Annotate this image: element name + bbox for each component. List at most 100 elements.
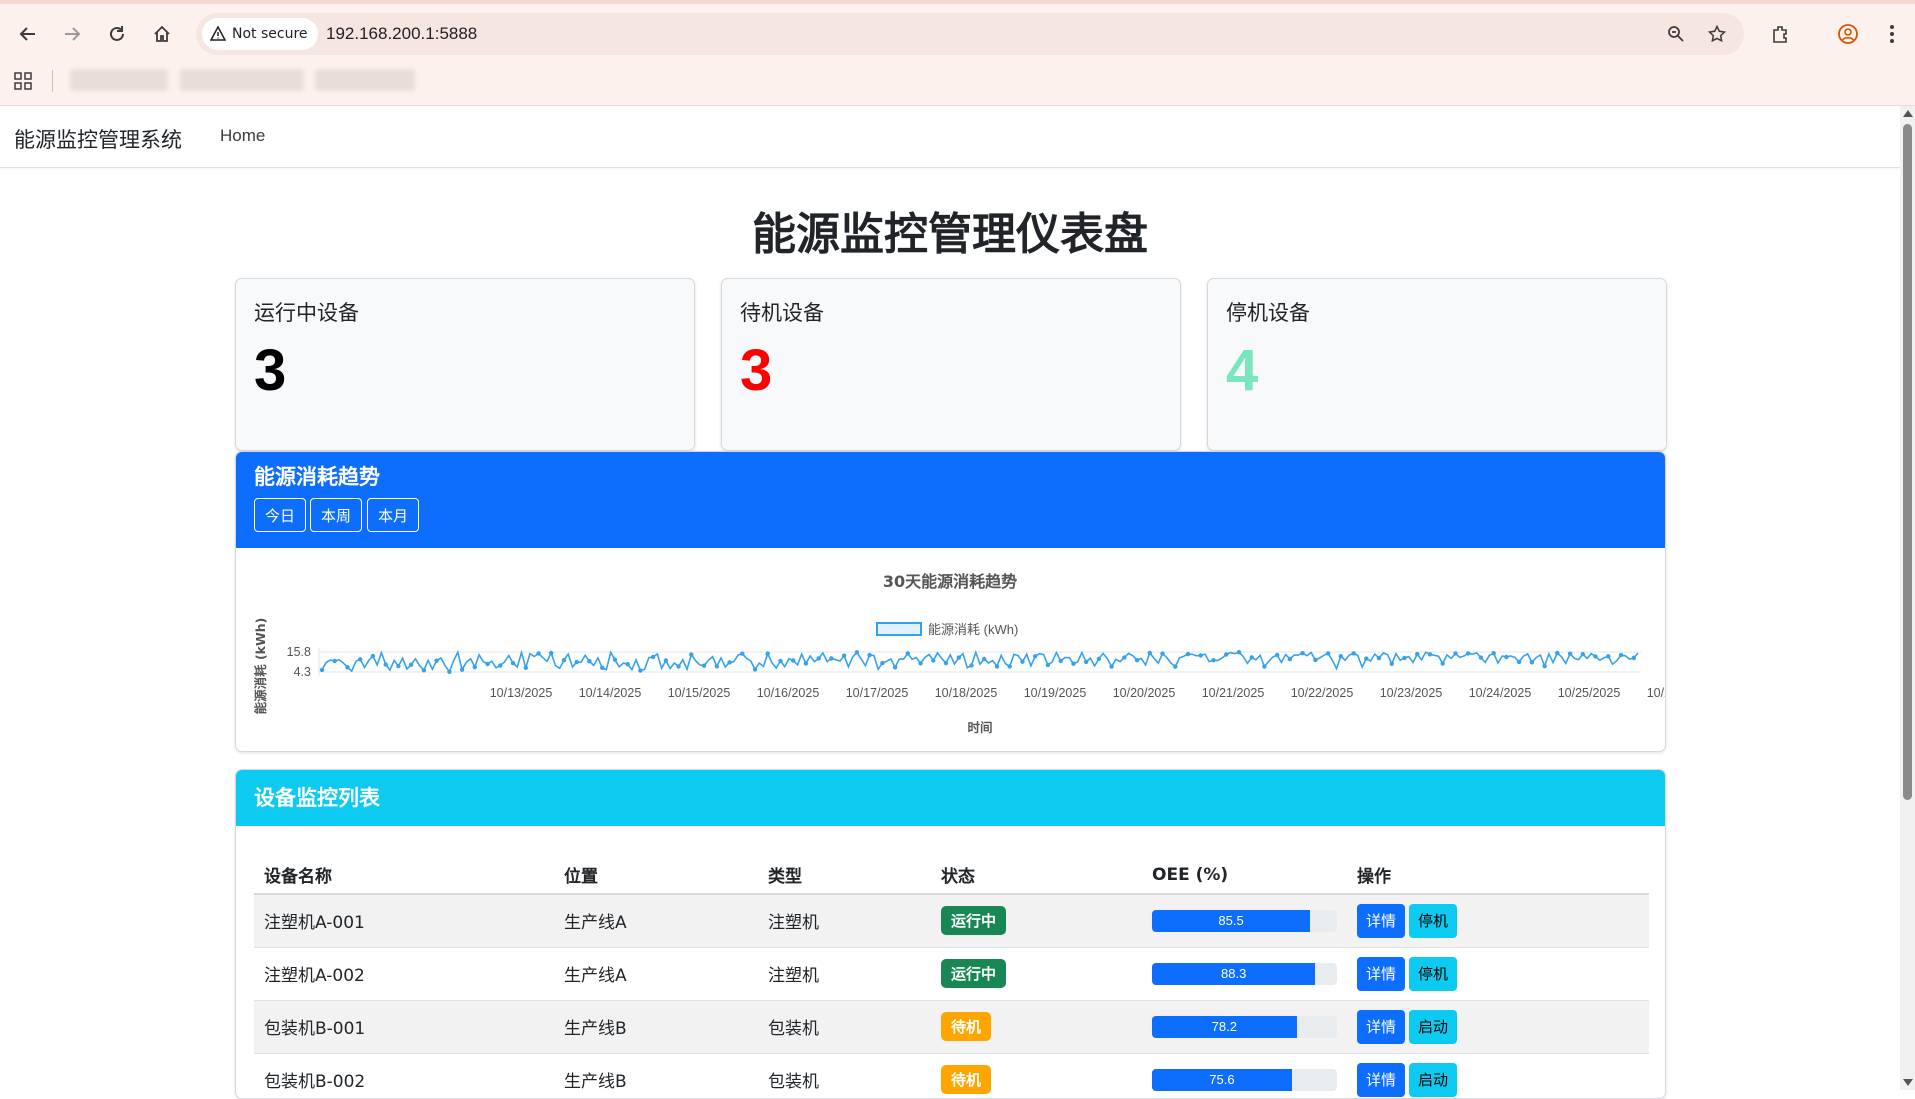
data-point [1593,654,1598,659]
data-point [1185,651,1191,657]
col-header-location: 位置 [554,856,758,895]
data-point [1567,651,1573,656]
forward-arrow-icon[interactable] [56,18,88,50]
device-oee-cell: 85.5 [1142,894,1347,948]
detail-button[interactable]: 详情 [1357,1062,1406,1097]
start-button[interactable]: 启动 [1409,1009,1458,1044]
bookmark-star-icon[interactable] [1705,22,1729,46]
data-point [1555,650,1560,656]
data-point [523,665,528,670]
range-week-button[interactable]: 本周 [310,498,362,532]
oee-progress: 85.5 [1152,909,1337,932]
data-point [714,664,719,669]
oee-progress-fill: 85.5 [1152,909,1311,932]
scroll-down-arrow-icon[interactable] [1903,1079,1913,1086]
scrollbar-thumb[interactable] [1903,124,1912,800]
security-label: Not secure [232,26,308,42]
extensions-icon[interactable] [1765,18,1797,50]
stat-label: 待机设备 [740,301,824,325]
bookmark-item[interactable] [315,69,415,91]
start-button[interactable]: 启动 [1409,1062,1458,1097]
device-status-cell: 待机 [931,1053,1142,1098]
detail-button[interactable]: 详情 [1357,903,1406,938]
back-arrow-icon[interactable] [12,18,44,50]
home-icon[interactable] [146,18,178,50]
range-month-button[interactable]: 本月 [367,498,419,532]
device-actions-cell: 详情 启动 [1347,1053,1649,1098]
data-point [574,659,579,665]
x-tick-label: 10/15/2025 [668,686,731,700]
stat-card-standby: 待机设备 3 [721,278,1181,451]
apps-grid-icon[interactable] [14,72,32,94]
data-point [854,650,860,655]
data-point [434,658,439,663]
device-panel-title: 设备监控列表 [254,786,380,810]
range-today-button[interactable]: 今日 [254,498,306,532]
device-panel-header: 设备监控列表 [236,770,1665,826]
url-text[interactable]: 192.168.200.1:5888 [326,24,477,44]
data-point [549,650,554,656]
x-tick-label: 10/16/2025 [757,686,820,700]
chart-legend: 能源消耗 (kWh) [876,622,1018,637]
x-tick-label: 10/20/2025 [1113,686,1176,700]
data-point [778,658,783,664]
x-tick-label: 10/26/2025 [1647,686,1665,700]
legend-swatch [876,622,922,636]
zoom-icon[interactable] [1664,22,1688,46]
data-point [1249,655,1254,660]
reload-icon[interactable] [101,18,133,50]
data-point [943,660,949,666]
data-point [1122,655,1127,660]
page-viewport: 能源监控管理系统 Home 能源监控管理仪表盘 运行中设备 3 待机设备 3 停… [0,106,1900,1099]
x-tick-label: 10/23/2025 [1380,686,1443,700]
data-point [1325,651,1331,656]
data-point [1631,655,1637,661]
data-point [1262,664,1267,669]
series-line [321,649,1639,674]
data-point [1236,650,1242,655]
address-bar[interactable]: Not secure 192.168.200.1:5888 [196,13,1744,55]
data-point [956,655,961,660]
data-point [1109,664,1114,669]
oee-progress-fill: 78.2 [1152,1015,1297,1038]
data-point [727,660,732,665]
security-chip[interactable]: Not secure [202,18,318,50]
bookmark-item[interactable] [70,69,168,91]
stat-card-stopped: 停机设备 4 [1207,278,1667,451]
page-scrollbar[interactable] [1900,106,1915,1090]
oee-progress: 78.2 [1152,1015,1337,1038]
device-type: 包装机 [758,1053,931,1098]
top-navbar: 能源监控管理系统 Home [0,106,1900,168]
menu-kebab-icon[interactable] [1876,18,1908,50]
nav-link-home[interactable]: Home [220,126,265,146]
warning-icon [210,26,226,41]
device-table: 设备名称 位置 类型 状态 OEE (%) 操作 注塑机A-001 生产线A 注… [254,856,1649,1098]
energy-trend-chart: 30天能源消耗趋势 能源消耗 (kWh) 能源消耗 (kWh) 时间 15.8 4… [253,572,1665,735]
oee-progress: 75.6 [1152,1068,1337,1091]
data-point [892,665,898,670]
data-point [600,665,605,670]
data-point [1440,661,1445,666]
data-point [370,653,376,659]
col-header-oee: OEE (%) [1142,856,1347,895]
table-row: 包装机B-002 生产线B 包装机 待机 75.6 详情 启动 [254,1053,1649,1098]
stop-button[interactable]: 停机 [1409,956,1458,991]
x-tick-label: 10/13/2025 [490,686,553,700]
profile-icon[interactable] [1832,18,1864,50]
detail-button[interactable]: 详情 [1357,956,1406,991]
data-point [1096,656,1102,661]
data-point [1529,660,1535,665]
scroll-up-arrow-icon[interactable] [1903,110,1913,117]
detail-button[interactable]: 详情 [1357,1009,1406,1044]
chart-series [319,649,1639,674]
stop-button[interactable]: 停机 [1409,903,1458,938]
bookmark-item[interactable] [180,69,304,91]
data-point [1033,654,1038,659]
navbar-brand[interactable]: 能源监控管理系统 [14,124,182,154]
data-point [612,657,618,662]
bookmarks-bar [0,62,1915,102]
data-point [740,651,745,656]
data-point [994,664,1000,669]
data-point [1376,655,1382,661]
device-status-cell: 运行中 [931,894,1142,948]
